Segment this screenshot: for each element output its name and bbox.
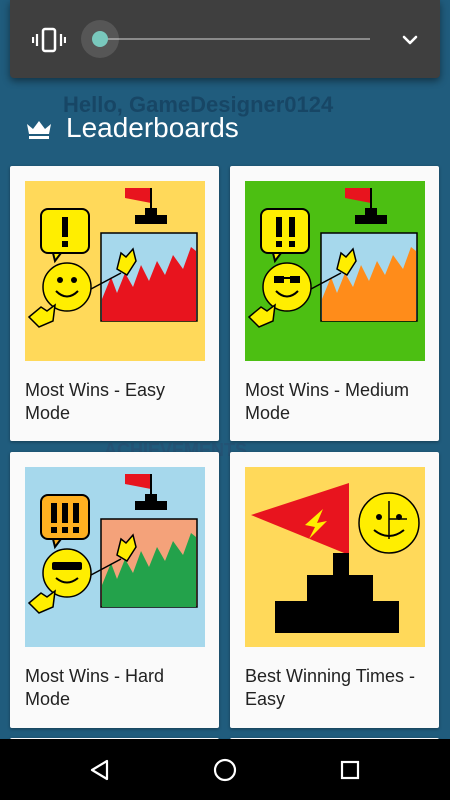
system-nav-bar bbox=[0, 739, 450, 800]
leaderboard-card-hard[interactable]: Most Wins - Hard Mode bbox=[10, 452, 219, 728]
home-button[interactable] bbox=[190, 739, 260, 800]
volume-slider-track[interactable] bbox=[98, 38, 370, 40]
leaderboard-card-easy[interactable]: Most Wins - Easy Mode bbox=[10, 166, 219, 441]
smiley-one-exclamation-icon bbox=[25, 181, 205, 361]
home-circle-icon bbox=[213, 758, 237, 781]
vibrate-icon[interactable] bbox=[32, 25, 66, 55]
leaderboard-label: Most Wins - Hard Mode bbox=[25, 666, 165, 709]
smiley-two-exclamation-icon bbox=[245, 181, 425, 361]
leaderboard-card-medium[interactable]: Most Wins - Medium Mode bbox=[230, 166, 439, 441]
leaderboard-label: Most Wins - Easy Mode bbox=[25, 380, 166, 423]
back-button[interactable] bbox=[65, 739, 135, 800]
back-triangle-icon bbox=[90, 759, 109, 780]
recents-square-icon bbox=[340, 760, 360, 779]
leaderboard-label: Best Winning Times - Easy bbox=[245, 666, 416, 709]
leaderboard-label: Most Wins - Medium Mode bbox=[245, 380, 410, 423]
recents-button[interactable] bbox=[315, 739, 385, 800]
crown-icon bbox=[27, 121, 51, 139]
chevron-down-icon[interactable] bbox=[396, 28, 424, 52]
leaderboard-card-best-times[interactable]: Best Winning Times - Easy bbox=[230, 452, 439, 728]
volume-slider-thumb[interactable] bbox=[92, 31, 108, 47]
smiley-three-exclamation-icon bbox=[25, 467, 205, 647]
page-title: Leaderboards bbox=[66, 112, 239, 143]
volume-panel bbox=[10, 0, 440, 78]
flag-stopwatch-icon bbox=[245, 467, 425, 647]
